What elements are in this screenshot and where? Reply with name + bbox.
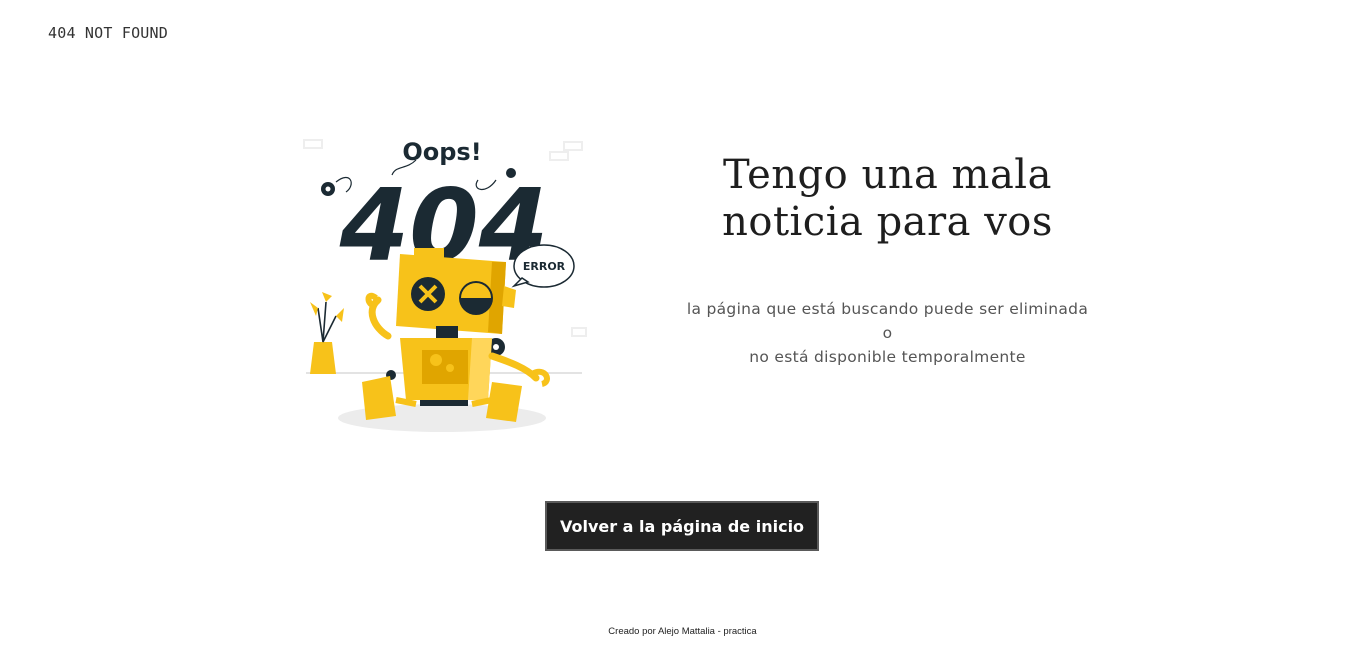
page-title: 404 NOT FOUND bbox=[48, 24, 168, 42]
robot-404-illustration: Oops! 404 ERROR bbox=[303, 138, 587, 432]
robot-body bbox=[400, 338, 492, 406]
error-text: ERROR bbox=[523, 260, 566, 273]
back-home-button[interactable]: Volver a la página de inicio bbox=[545, 501, 819, 551]
headline-line-2: noticia para vos bbox=[722, 199, 1053, 245]
description-line-2: no está disponible temporalmente bbox=[749, 348, 1026, 366]
description-text: la página que está buscando puede ser el… bbox=[680, 297, 1095, 369]
headline: Tengo una mala noticia para vos bbox=[660, 152, 1115, 246]
footer-credit: Creado por Alejo Mattalia - practica bbox=[608, 626, 757, 637]
description-line-1: la página que está buscando puede ser el… bbox=[686, 300, 1089, 342]
plant-icon bbox=[310, 292, 344, 374]
headline-line-1: Tengo una mala bbox=[723, 152, 1052, 198]
